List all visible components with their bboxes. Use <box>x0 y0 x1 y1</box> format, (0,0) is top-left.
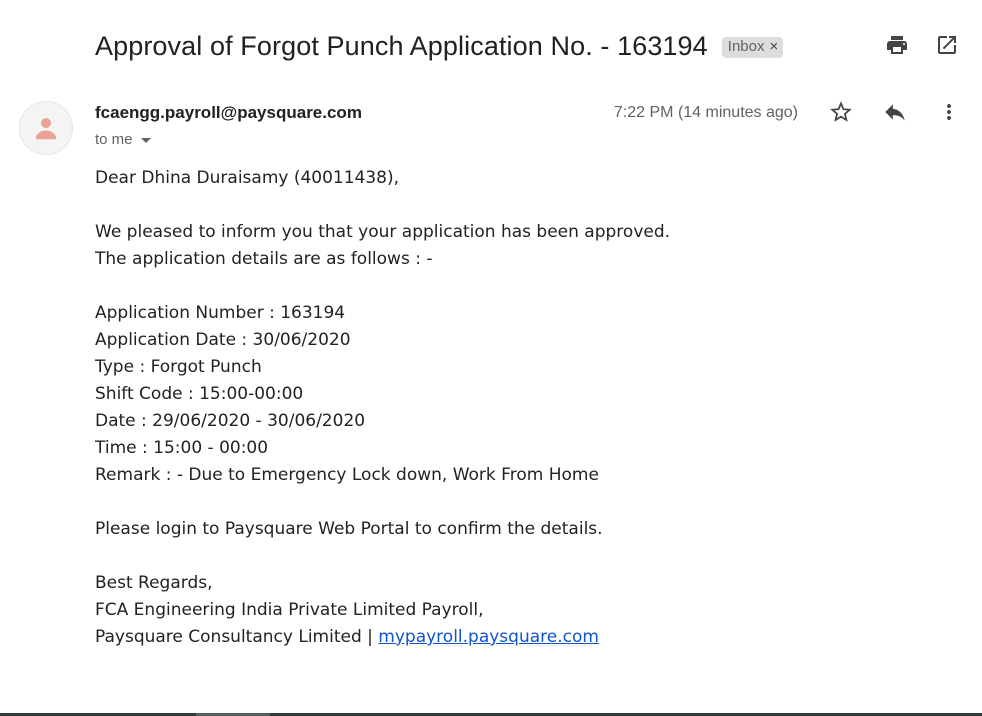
sender-avatar[interactable] <box>19 101 73 155</box>
reply-icon[interactable] <box>882 99 908 125</box>
more-vert-icon[interactable] <box>936 99 962 125</box>
shift-code-line: Shift Code : 15:00-00:00 <box>95 384 304 404</box>
message-timestamp: 7:22 PM (14 minutes ago) <box>613 104 798 121</box>
inbox-label-chip[interactable]: Inbox × <box>721 36 784 58</box>
chevron-down-icon <box>140 138 151 143</box>
type-line: Type : Forgot Punch <box>95 357 262 377</box>
remark-line: Remark : - Due to Emergency Lock down, W… <box>95 465 599 485</box>
application-number-line: Application Number : 163194 <box>95 303 346 323</box>
login-instruction-line: Please login to Paysquare Web Portal to … <box>95 519 603 539</box>
email-body: Dear Dhina Duraisamy (40011438), We plea… <box>95 165 670 651</box>
application-date-line: Application Date : 30/06/2020 <box>95 330 351 350</box>
thread-toolbar <box>884 32 960 58</box>
consultancy-line: Paysquare Consultancy Limited | mypayrol… <box>95 624 670 651</box>
approval-line: We pleased to inform you that your appli… <box>95 222 671 242</box>
message-actions <box>828 99 962 125</box>
sender-email[interactable]: fcaengg.payroll@paysquare.com <box>95 103 362 123</box>
regards-line: Best Regards, <box>95 573 213 593</box>
recipient-label: to me <box>95 131 133 148</box>
person-icon <box>36 118 56 140</box>
email-header: Approval of Forgot Punch Application No.… <box>95 26 784 66</box>
star-icon[interactable] <box>828 99 854 125</box>
email-subject: Approval of Forgot Punch Application No.… <box>95 30 708 61</box>
label-text: Inbox <box>727 38 765 55</box>
print-icon[interactable] <box>884 32 910 58</box>
consultancy-text: Paysquare Consultancy Limited | <box>95 627 379 647</box>
recipient-details-toggle[interactable]: to me <box>95 131 151 148</box>
remove-label-button[interactable]: × <box>770 38 779 55</box>
payroll-portal-link[interactable]: mypayroll.paysquare.com <box>378 627 599 647</box>
open-in-new-window-icon[interactable] <box>934 32 960 58</box>
time-line: Time : 15:00 - 00:00 <box>95 438 269 458</box>
company-line: FCA Engineering India Private Limited Pa… <box>95 600 484 620</box>
details-intro-line: The application details are as follows :… <box>95 249 433 269</box>
greeting-line: Dear Dhina Duraisamy (40011438), <box>95 168 400 188</box>
date-range-line: Date : 29/06/2020 - 30/06/2020 <box>95 411 366 431</box>
